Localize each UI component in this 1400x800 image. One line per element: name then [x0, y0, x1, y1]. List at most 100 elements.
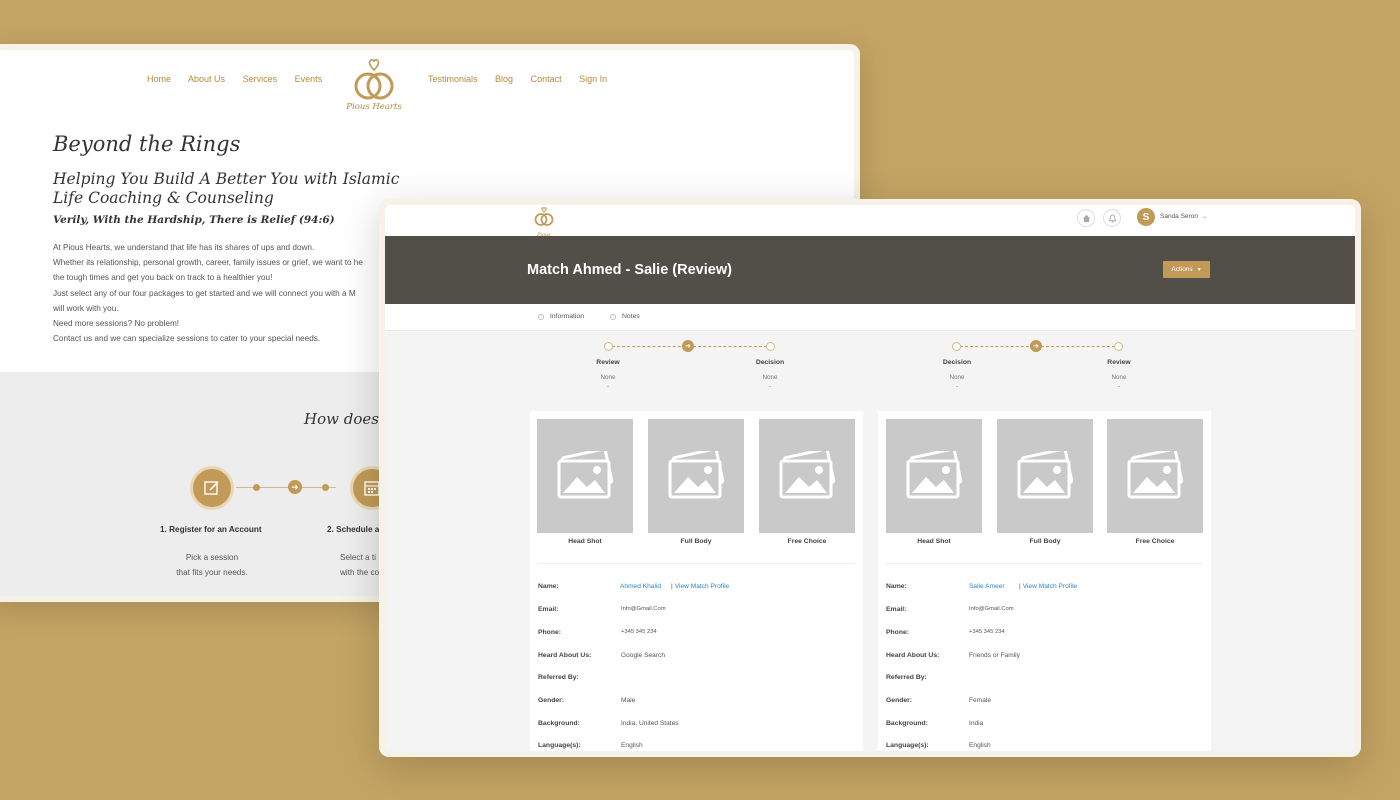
view-match-profile-label: View Match Profile — [674, 583, 730, 590]
progress-step-review — [1114, 342, 1123, 351]
free-choice-photo[interactable] — [1107, 419, 1203, 533]
hero-line: Just select any of our four packages to … — [53, 288, 356, 298]
user-name[interactable]: Sanda Seron — [1160, 213, 1198, 220]
site-nav-right: Testimonials Blog Contact Sign In — [428, 74, 622, 84]
hero-line: Contact us and we can specialize session… — [53, 334, 321, 344]
nav-contact-link[interactable]: Contact — [531, 74, 562, 84]
step-dot — [322, 484, 329, 491]
tab-notes[interactable]: Notes — [610, 313, 640, 320]
nav-about-link[interactable]: About Us — [188, 74, 225, 84]
progress-label: Review — [1107, 359, 1131, 366]
progress-step-review — [604, 342, 613, 351]
progress-dash: - — [1117, 383, 1121, 390]
field-value: Info@Gmail.Com — [969, 606, 1014, 612]
nav-events-link[interactable]: Events — [295, 74, 323, 84]
field-value: English — [969, 742, 991, 749]
field-value: +345 345 234 — [969, 629, 1005, 635]
field-value: India — [969, 720, 984, 727]
chevron-down-icon[interactable]: ⌄ — [1202, 213, 1207, 220]
admin-page: Pious Hearts S Sanda Seron ⌄ Match Ahmed… — [385, 205, 1355, 751]
home-icon[interactable] — [1077, 209, 1095, 227]
field-label: Phone: — [538, 629, 562, 636]
full-body-photo[interactable] — [648, 419, 744, 533]
nav-services-link[interactable]: Services — [243, 74, 278, 84]
profile-card-right: Head Shot Full Body Free Choice Name: Sa… — [878, 411, 1211, 751]
progress-step-decision — [952, 342, 961, 351]
actions-button[interactable]: Actions ▼ — [1163, 261, 1210, 278]
field-gender: Gender: Male — [538, 697, 858, 709]
nav-signin-link[interactable]: Sign In — [579, 74, 607, 84]
avatar[interactable]: S — [1137, 208, 1155, 226]
headshot-photo[interactable] — [886, 419, 982, 533]
tab-label: Information — [550, 313, 585, 320]
view-match-profile-label: View Match Profile — [1022, 583, 1078, 590]
hero-line: will work with you. — [53, 303, 119, 313]
field-email: Email: Info@Gmail.Com — [538, 606, 858, 618]
view-match-profile-link[interactable]: | View Match Profile — [1019, 583, 1077, 590]
step-desc-line: that fits your needs. — [176, 568, 248, 577]
field-value: Female — [969, 697, 991, 704]
nav-testimonials-link[interactable]: Testimonials — [428, 74, 478, 84]
field-label: Name: — [538, 583, 559, 590]
field-label: Gender: — [538, 697, 565, 704]
top-bar: Pious Hearts S Sanda Seron ⌄ — [385, 205, 1355, 244]
hero-subtitle: Helping You Build A Better You with Isla… — [53, 170, 400, 207]
field-label: Language(s): — [886, 742, 929, 749]
actions-label: Actions — [1171, 266, 1193, 273]
field-value: +345 345 234 — [621, 629, 657, 635]
field-label: Referred By: — [538, 674, 579, 681]
info-icon — [538, 313, 544, 320]
nav-home-link[interactable]: Home — [147, 74, 171, 84]
headshot-photo[interactable] — [537, 419, 633, 533]
edit-icon — [190, 466, 234, 510]
free-choice-photo[interactable] — [759, 419, 855, 533]
field-background: Background: India — [886, 720, 1206, 732]
arrow-left-icon: ➜ — [1030, 340, 1042, 352]
image-placeholder-icon — [1127, 451, 1184, 499]
photo-caption: Full Body — [680, 538, 712, 545]
steps-connector — [236, 487, 336, 488]
notes-icon — [610, 313, 616, 320]
step-1-title: 1. Register for an Account — [160, 525, 262, 534]
field-value: English — [621, 742, 643, 749]
admin-window: Pious Hearts S Sanda Seron ⌄ Match Ahmed… — [379, 199, 1361, 757]
image-placeholder-icon — [668, 451, 725, 499]
bell-icon[interactable] — [1103, 209, 1121, 227]
image-placeholder-icon — [779, 451, 836, 499]
full-body-photo[interactable] — [997, 419, 1093, 533]
tab-label: Notes — [622, 313, 640, 320]
field-language: Language(s): English — [538, 742, 858, 751]
image-placeholder-icon — [1017, 451, 1074, 499]
hero-verse: Verily, With the Hardship, There is Reli… — [53, 214, 335, 226]
photo-caption: Free Choice — [787, 538, 827, 545]
progress-dash: - — [955, 383, 959, 390]
field-referred-by: Referred By: — [886, 674, 1206, 686]
nav-blog-link[interactable]: Blog — [495, 74, 513, 84]
arrow-right-icon: ➜ — [682, 340, 694, 352]
field-background: Background: India, United States — [538, 720, 858, 732]
divider — [886, 563, 1203, 564]
field-phone: Phone: +345 345 234 — [538, 629, 858, 641]
progress-label: Decision — [942, 359, 972, 366]
profile-card-left: Head Shot Full Body Free Choice Name: Ah… — [530, 411, 863, 751]
field-value: Info@Gmail.Com — [621, 606, 666, 612]
image-placeholder-icon — [557, 451, 614, 499]
field-name: Name: Ahmed Khalid | View Match Profile — [538, 583, 858, 595]
field-value: Google Search — [621, 652, 665, 659]
profile-name-link[interactable]: Ahmed Khalid — [620, 583, 661, 590]
arrow-right-icon: ➜ — [288, 480, 302, 494]
field-label: Gender: — [886, 697, 913, 704]
field-label: Background: — [886, 720, 928, 727]
hero-line: At Pious Hearts, we understand that life… — [53, 243, 315, 252]
rings-logo-icon — [354, 58, 394, 100]
profile-name-link[interactable]: Salie Ameer — [969, 583, 1005, 590]
field-heard-about: Heard About Us: Friends or Family — [886, 652, 1206, 664]
divider — [538, 563, 855, 564]
photo-caption: Head Shot — [568, 538, 602, 545]
hero-line: Need more sessions? No problem! — [53, 319, 180, 329]
field-label: Heard About Us: — [538, 652, 592, 659]
view-match-profile-link[interactable]: | View Match Profile — [671, 583, 729, 590]
field-referred-by: Referred By: — [538, 674, 858, 686]
tab-information[interactable]: Information — [538, 313, 584, 320]
site-logo[interactable]: Pious Hearts — [339, 58, 409, 112]
